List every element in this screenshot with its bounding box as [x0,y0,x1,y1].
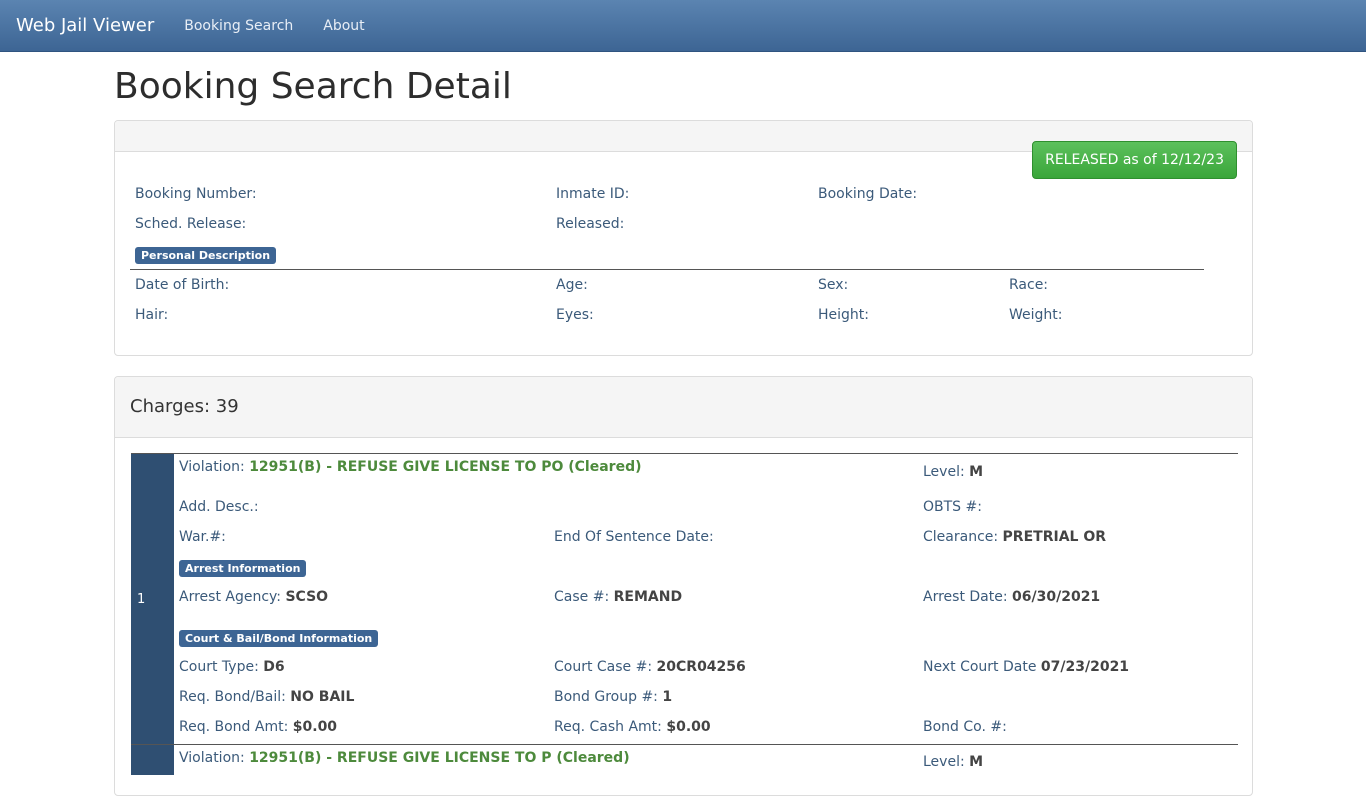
bond-group-field: Bond Group #: 1 [554,689,672,705]
nav-booking-search[interactable]: Booking Search [184,18,293,34]
charge-2-row-number [131,745,174,775]
section-divider [130,269,1204,270]
bond-amt-field: Req. Bond Amt: $0.00 [179,719,337,735]
violation-2-value: 12951(B) - REFUSE GIVE LICENSE TO P (Cle… [249,750,630,766]
case-value: REMAND [613,589,683,605]
top-navbar: Web Jail Viewer Booking Search About [0,0,1366,52]
arrest-agency-value: SCSO [285,589,329,605]
sex-label: Sex: [818,277,849,293]
court-case-label: Court Case #: [554,659,653,675]
clearance-value: PRETRIAL OR [1002,529,1107,545]
level-label: Level: [923,464,965,480]
court-type-label: Court Type: [179,659,259,675]
violation-2-field: Violation: 12951(B) - REFUSE GIVE LICENS… [179,750,630,766]
age-label: Age: [556,277,588,293]
bond-co-label: Bond Co. #: [923,719,1007,735]
warrant-label: War.#: [179,529,226,545]
page-title: Booking Search Detail [114,66,512,107]
violation-field: Violation: 12951(B) - REFUSE GIVE LICENS… [179,459,642,475]
next-court-date-value: 07/23/2021 [1040,659,1130,675]
bond-amt-value: $0.00 [292,719,338,735]
arrest-agency-label: Arrest Agency: [179,589,282,605]
level-value: M [969,464,984,480]
add-desc-label: Add. Desc.: [179,499,259,515]
weight-label: Weight: [1009,307,1063,323]
case-label: Case #: [554,589,610,605]
next-court-date-field: Next Court Date 07/23/2021 [923,659,1129,675]
cash-amt-label: Req. Cash Amt: [554,719,662,735]
court-type-field: Court Type: D6 [179,659,285,675]
inmate-id-label: Inmate ID: [556,186,630,202]
booking-number-label: Booking Number: [135,186,257,202]
height-label: Height: [818,307,869,323]
court-case-value: 20CR04256 [656,659,746,675]
charge-row-number: 1 [131,454,174,744]
arrest-agency-field: Arrest Agency: SCSO [179,589,328,605]
arrest-information-badge: Arrest Information [179,560,307,577]
obts-label: OBTS #: [923,499,982,515]
personal-description-badge: Personal Description [135,247,277,264]
req-bond-label: Req. Bond/Bail: [179,689,286,705]
cash-amt-field: Req. Cash Amt: $0.00 [554,719,711,735]
cash-amt-value: $0.00 [666,719,711,735]
court-type-value: D6 [263,659,285,675]
nav-about[interactable]: About [323,18,364,34]
status-badge[interactable]: RELEASED as of 12/12/23 [1032,141,1237,179]
booking-date-label: Booking Date: [818,186,918,202]
race-label: Race: [1009,277,1049,293]
arrest-date-value: 06/30/2021 [1012,589,1101,605]
bond-group-label: Bond Group #: [554,689,658,705]
charges-header: Charges: 39 [115,377,1252,438]
arrest-date-label: Arrest Date: [923,589,1008,605]
violation-label: Violation: [179,459,245,475]
charge-1-top-rule [131,453,1238,454]
clearance-field: Clearance: PRETRIAL OR [923,529,1106,545]
next-court-date-label: Next Court Date [923,659,1037,675]
released-label: Released: [556,216,625,232]
booking-panel: RELEASED as of 12/12/23 Booking Number: … [114,120,1253,356]
charges-panel: Charges: 39 1 Violation: 12951(B) - REFU… [114,376,1253,796]
clearance-label: Clearance: [923,529,999,545]
court-case-field: Court Case #: 20CR04256 [554,659,746,675]
court-bail-badge: Court & Bail/Bond Information [179,630,379,647]
violation-value: 12951(B) - REFUSE GIVE LICENSE TO PO (Cl… [249,459,642,475]
sched-release-label: Sched. Release: [135,216,247,232]
hair-label: Hair: [135,307,169,323]
dob-label: Date of Birth: [135,277,230,293]
bond-amt-label: Req. Bond Amt: [179,719,289,735]
end-of-sentence-label: End Of Sentence Date: [554,529,714,545]
charge-number: 1 [137,591,146,607]
arrest-date-field: Arrest Date: 06/30/2021 [923,589,1100,605]
violation-2-label: Violation: [179,750,245,766]
eyes-label: Eyes: [556,307,594,323]
req-bond-field: Req. Bond/Bail: NO BAIL [179,689,354,705]
req-bond-value: NO BAIL [290,689,355,705]
charge-2-top-rule [131,744,1238,745]
case-field: Case #: REMAND [554,589,682,605]
brand-link[interactable]: Web Jail Viewer [16,15,154,36]
bond-group-value: 1 [662,689,673,705]
level-field: Level: M [923,464,983,480]
